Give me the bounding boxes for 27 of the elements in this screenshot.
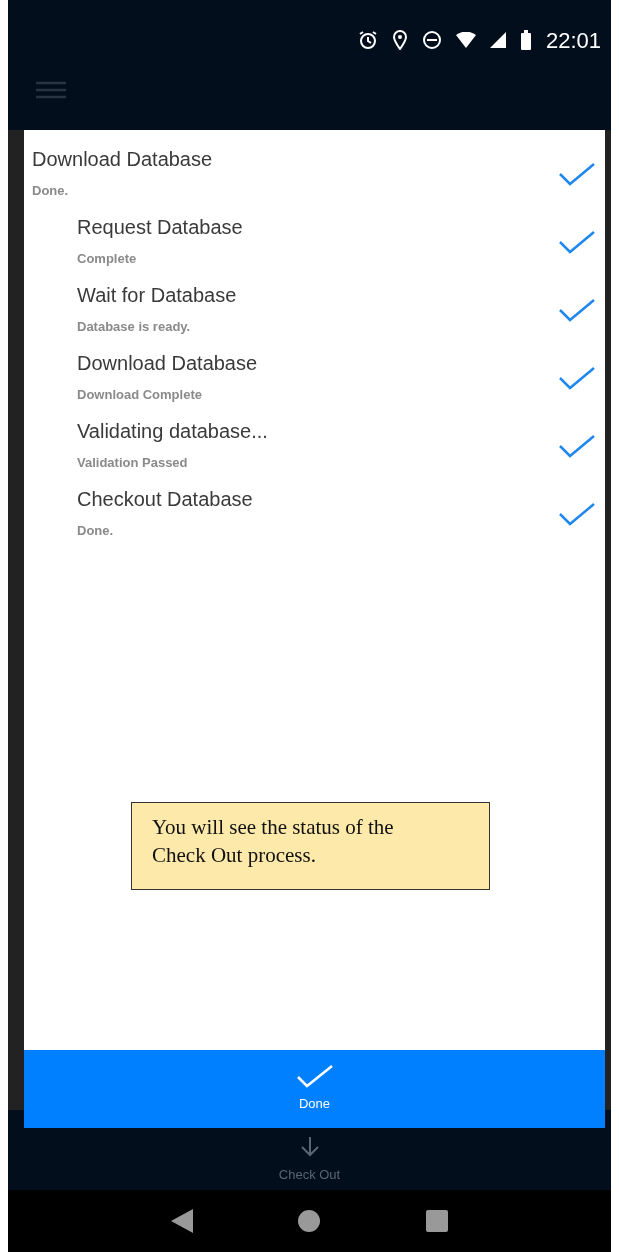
step-status: Database is ready.: [77, 318, 192, 337]
step-title: Checkout Database: [77, 487, 253, 512]
recents-icon[interactable]: [426, 1210, 449, 1232]
clock-time: 22:01: [545, 26, 601, 55]
location-icon: [391, 30, 408, 50]
signal-icon: [489, 32, 506, 48]
step-status: Complete: [77, 250, 138, 269]
step-status: Validation Passed: [77, 454, 189, 473]
battery-icon: [519, 30, 532, 50]
check-out-label: Check Out: [278, 1165, 341, 1184]
step-title: Download Database: [77, 351, 258, 376]
step-title: Validating database...: [77, 419, 268, 444]
back-icon[interactable]: [170, 1209, 193, 1233]
home-icon[interactable]: [298, 1210, 321, 1232]
step-status: Done.: [77, 522, 115, 541]
do-not-disturb-icon: [421, 30, 442, 50]
wifi-icon: [455, 32, 476, 48]
step-status: Download Complete: [77, 386, 203, 405]
step-status: Done.: [32, 182, 70, 201]
alarm-icon: [357, 30, 378, 50]
step-title: Wait for Database: [77, 283, 237, 308]
download-arrow-icon: [299, 1136, 320, 1157]
annotation-callout: You will see the status of the Check Out process.: [131, 802, 490, 890]
step-title: Request Database: [77, 215, 243, 240]
done-button[interactable]: Done: [24, 1050, 605, 1128]
step-title: Download Database: [32, 147, 213, 172]
checkmark-icon: [296, 1064, 333, 1089]
